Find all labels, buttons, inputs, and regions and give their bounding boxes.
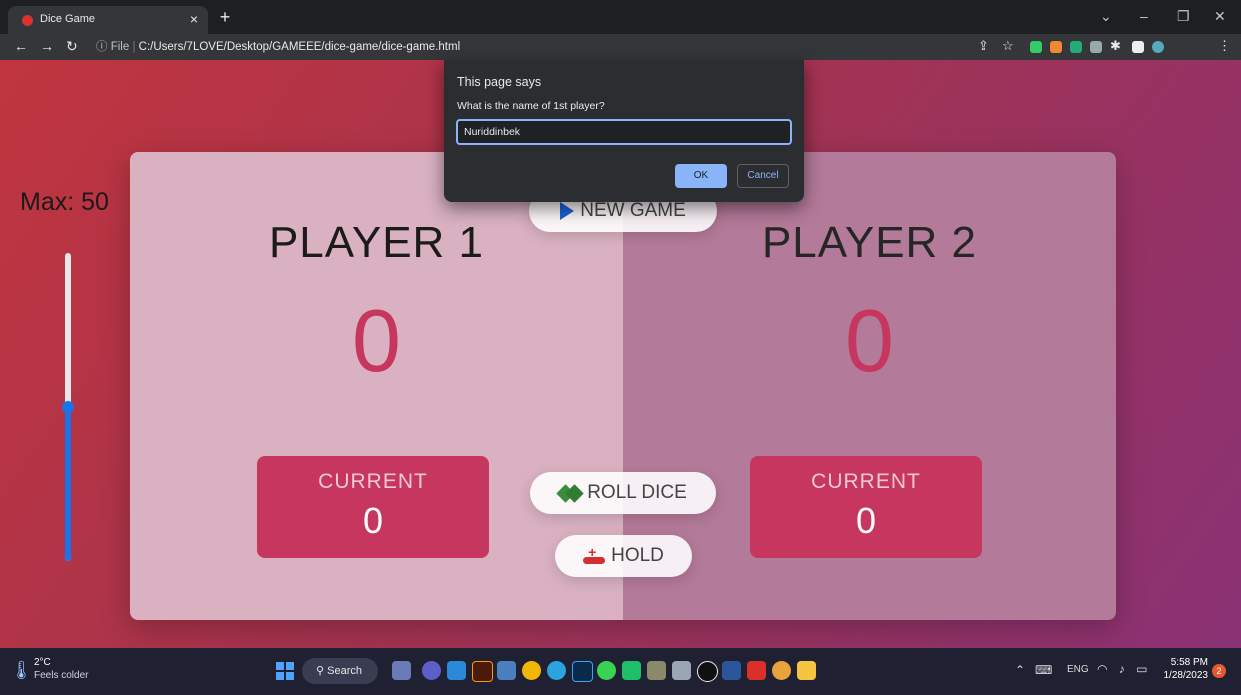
taskbar-search[interactable]: ⚲ Search — [302, 658, 378, 684]
max-score-label: Max: 50 — [20, 188, 109, 216]
weather-description: Feels colder — [34, 670, 89, 681]
new-tab-button[interactable]: + — [214, 6, 236, 28]
acrobat-icon[interactable] — [747, 661, 766, 680]
forward-icon[interactable]: → — [40, 38, 54, 54]
back-icon[interactable]: ← — [14, 38, 28, 54]
restore-icon[interactable]: ❐ — [1177, 8, 1190, 25]
game-board: PLAYER 1 0 CURRENT 0 PLAYER 2 0 CURRENT … — [130, 152, 1116, 620]
player-2-score: 0 — [845, 291, 894, 390]
hold-label: HOLD — [611, 545, 664, 566]
bookmark-star-icon[interactable]: ☆ — [1002, 38, 1014, 54]
chrome-icon[interactable] — [522, 661, 541, 680]
extension-icon[interactable] — [1030, 41, 1042, 53]
vscode-icon[interactable] — [447, 661, 466, 680]
app-icon[interactable] — [672, 661, 691, 680]
menu-dots-icon[interactable]: ⋮ — [1218, 38, 1231, 54]
minimize-icon[interactable]: – — [1140, 8, 1148, 24]
current-label: CURRENT — [811, 470, 921, 493]
windows-taskbar: 🌡 2°C Feels colder ⚲ Search ⌃ ⌨ ENG ◠ ♪ … — [0, 648, 1241, 695]
slider-thumb[interactable] — [62, 401, 74, 413]
url-field[interactable]: ⓘ File | C:/Users/7LOVE/Desktop/GAMEEE/d… — [96, 38, 460, 54]
player-1-current-box: CURRENT 0 — [257, 456, 489, 558]
share-icon[interactable]: ⇪ — [978, 38, 989, 54]
play-icon — [560, 202, 575, 220]
info-icon[interactable]: ⓘ — [96, 41, 108, 53]
player-1-current-score: 0 — [362, 500, 384, 541]
telegram-icon[interactable] — [547, 661, 566, 680]
thermometer-icon: 🌡 — [10, 660, 33, 680]
file-explorer-icon[interactable] — [797, 661, 816, 680]
side-panel-icon[interactable] — [1132, 41, 1144, 53]
extension-icon[interactable] — [1070, 41, 1082, 53]
clock-date[interactable]: 1/28/2023 — [1157, 670, 1209, 681]
search-label: Search — [327, 665, 362, 677]
url-scheme: File — [110, 41, 130, 53]
ok-button[interactable]: OK — [675, 164, 727, 188]
notification-badge[interactable]: 2 — [1212, 664, 1226, 678]
task-view-icon[interactable] — [392, 661, 411, 680]
app-icon[interactable] — [622, 661, 641, 680]
hand-holding-icon: + — [583, 545, 606, 566]
clock-time[interactable]: 5:58 PM — [1168, 657, 1208, 668]
cancel-button[interactable]: Cancel — [737, 164, 789, 188]
tab-close-icon[interactable]: × — [190, 11, 198, 27]
app-icon[interactable] — [497, 661, 516, 680]
extension-icon[interactable] — [1050, 41, 1062, 53]
profile-avatar[interactable] — [1152, 41, 1164, 53]
prompt-dialog: This page says What is the name of 1st p… — [444, 60, 804, 202]
extensions-puzzle-icon[interactable]: ✱ — [1110, 38, 1121, 54]
keyboard-icon[interactable]: ⌨ — [1035, 663, 1052, 677]
tray-overflow-icon[interactable]: ⌃ — [1015, 663, 1025, 677]
app-icon[interactable] — [597, 661, 616, 680]
tab-title: Dice Game — [40, 13, 96, 25]
search-icon: ⚲ — [316, 665, 328, 677]
current-label: CURRENT — [318, 470, 428, 493]
reload-icon[interactable]: ↻ — [66, 38, 78, 55]
browser-tab-bar: Dice Game × + ⌄ – ❐ ✕ — [0, 0, 1241, 34]
app-icon[interactable] — [647, 661, 666, 680]
close-window-icon[interactable]: ✕ — [1214, 8, 1226, 25]
start-button-icon[interactable] — [276, 662, 294, 680]
browser-tab[interactable]: Dice Game × — [8, 6, 208, 34]
player-2-current-score: 0 — [855, 500, 877, 541]
favicon-icon — [22, 15, 33, 26]
browser-app-icon[interactable] — [772, 661, 791, 680]
player-name-input[interactable] — [456, 119, 792, 145]
illustrator-icon[interactable] — [472, 661, 493, 682]
extension-icon[interactable] — [1090, 41, 1102, 53]
word-icon[interactable] — [722, 661, 741, 680]
dialog-title: This page says — [457, 75, 542, 89]
player-2-current-box: CURRENT 0 — [750, 456, 982, 558]
network-volume-battery-icons[interactable]: ◠ ♪ ▭ — [1097, 662, 1151, 676]
url-path: C:/Users/7LOVE/Desktop/GAMEEE/dice-game/… — [138, 41, 461, 53]
language-indicator[interactable]: ENG — [1067, 664, 1089, 675]
tab-search-icon[interactable]: ⌄ — [1100, 8, 1112, 25]
weather-temperature: 2°C — [34, 657, 51, 668]
dice-icon — [556, 484, 584, 503]
address-bar: ← → ↻ ⓘ File | C:/Users/7LOVE/Desktop/GA… — [0, 34, 1241, 60]
chat-icon[interactable] — [422, 661, 441, 680]
tiktok-icon[interactable] — [697, 661, 718, 682]
roll-dice-label: ROLL DICE — [587, 482, 687, 503]
player-1-score: 0 — [352, 291, 401, 390]
url-separator: | — [132, 41, 136, 53]
hold-button[interactable]: + HOLD — [555, 535, 692, 577]
photoshop-icon[interactable] — [572, 661, 593, 682]
new-game-label: NEW GAME — [580, 200, 686, 221]
slider-fill — [65, 407, 71, 561]
roll-dice-button[interactable]: ROLL DICE — [530, 472, 716, 514]
dialog-message: What is the name of 1st player? — [457, 100, 605, 112]
